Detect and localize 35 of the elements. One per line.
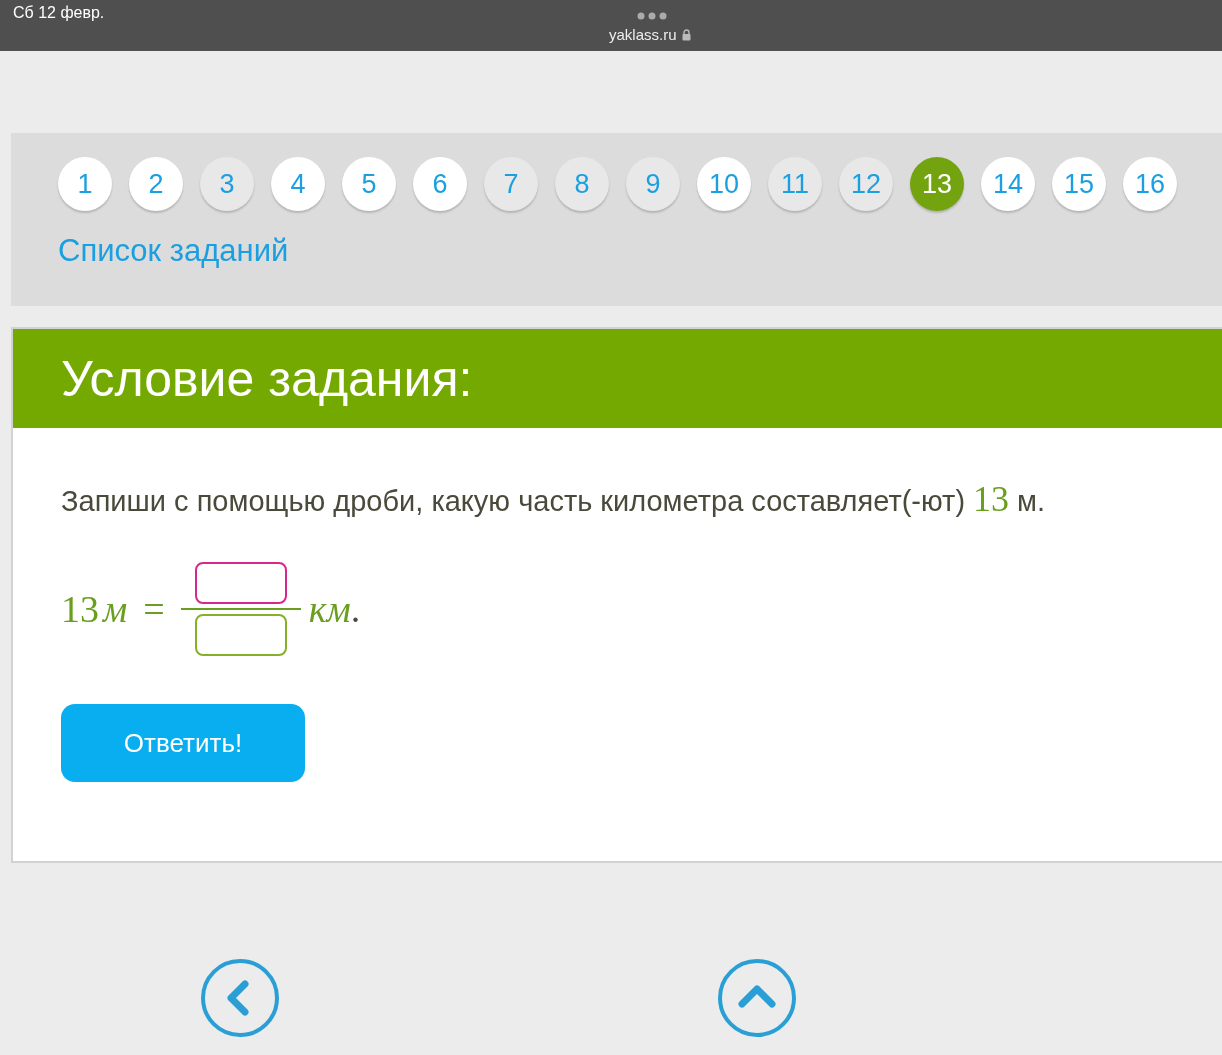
question-number: 13 [973,479,1010,519]
task-number-button[interactable]: 6 [413,157,467,211]
formula-unit: км [308,587,351,631]
more-icon[interactable] [637,12,667,20]
task-number-button[interactable]: 8 [555,157,609,211]
task-number-button[interactable]: 12 [839,157,893,211]
task-number-button[interactable]: 1 [58,157,112,211]
task-list-link[interactable]: Список заданий [58,233,289,269]
question-text: Запиши с помощью дроби, какую часть километра составляет(-ют) [61,485,966,517]
task-number-button[interactable]: 4 [271,157,325,211]
denominator-field[interactable] [194,614,287,656]
formula-period: . [350,587,361,631]
status-time: Сб 12 февр. [13,4,105,22]
task-number-button[interactable]: 14 [981,157,1035,211]
equals-sign: = [143,587,165,631]
task-number-button[interactable]: 9 [626,157,680,211]
task-header: Условие задания: [13,329,1222,428]
scroll-up-button[interactable] [717,958,797,1038]
task-number-button[interactable]: 16 [1123,157,1177,211]
task-number-button[interactable]: 11 [768,157,822,211]
formula-number: 13 [61,587,99,631]
task-number-button[interactable]: 7 [484,157,538,211]
formula-unit: м [103,587,128,631]
task-number-button[interactable]: 5 [342,157,396,211]
question-unit: м. [1017,485,1046,517]
previous-button[interactable] [200,958,280,1038]
task-number-button[interactable]: 10 [697,157,751,211]
task-number-button[interactable]: 15 [1052,157,1106,211]
task-number-button[interactable]: 2 [129,157,183,211]
url-text[interactable]: yaklass.ru [609,26,677,43]
lock-icon [681,28,691,41]
task-number-button[interactable]: 3 [200,157,254,211]
task-number-button[interactable]: 13 [910,157,964,211]
submit-button[interactable]: Ответить! [61,704,305,782]
numerator-field[interactable] [194,562,287,604]
